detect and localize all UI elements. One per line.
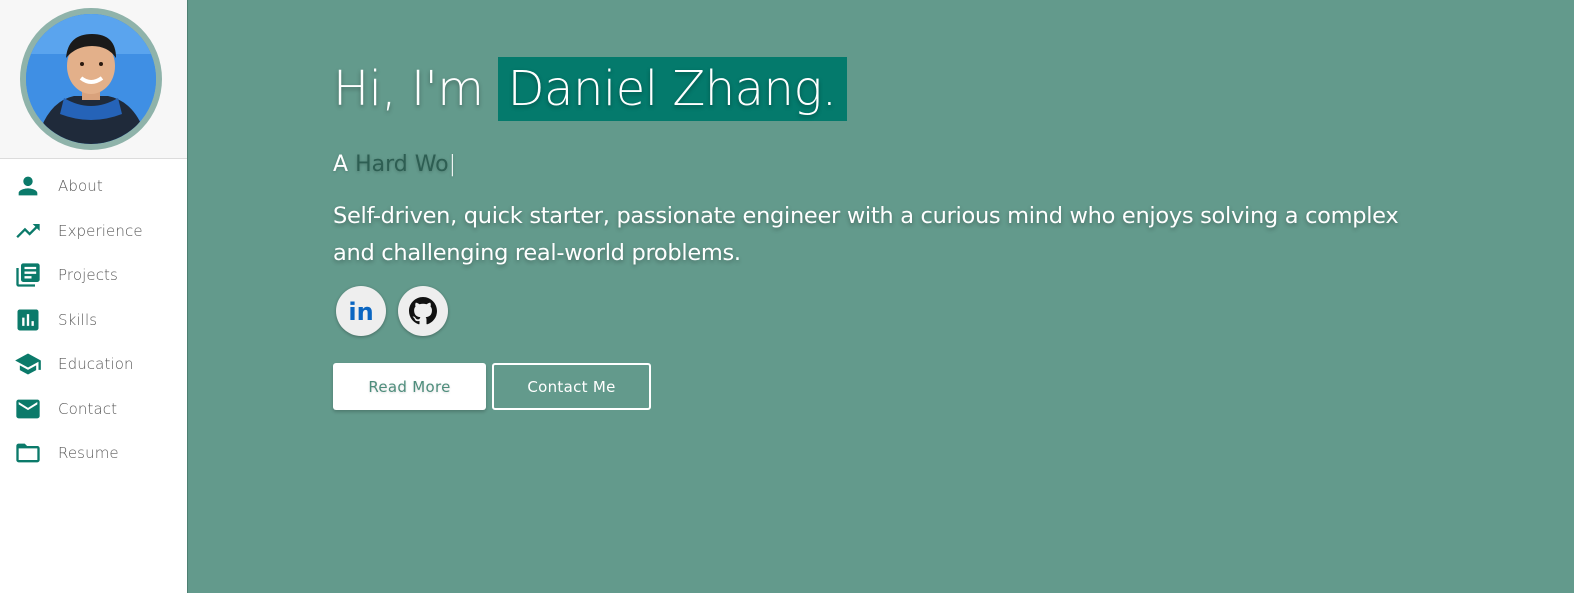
- person-icon: [18, 176, 38, 196]
- hero-greeting: Hi, I'm: [333, 61, 484, 117]
- sidebar-item-label: Skills: [58, 310, 98, 329]
- sidebar-item-skills[interactable]: Skills: [0, 298, 187, 343]
- sidebar-item-label: Experience: [58, 221, 143, 240]
- sidebar-item-projects[interactable]: Projects: [0, 253, 187, 298]
- hero-bio: Self-driven, quick starter, passionate e…: [333, 203, 1399, 266]
- bar-chart-icon: [17, 309, 39, 331]
- sidebar-item-label: About: [58, 177, 103, 196]
- sidebar: About Experience Projects Skills Educati…: [0, 0, 188, 593]
- linkedin-button[interactable]: in: [336, 286, 386, 336]
- hero-tagline: A Hard Wo|: [333, 152, 456, 177]
- hero-section: Hi, I'm Daniel Zhang. A Hard Wo| Self-dr…: [188, 0, 1574, 593]
- sidebar-item-contact[interactable]: Contact: [0, 387, 187, 432]
- avatar: [20, 8, 162, 150]
- hero-heading: Hi, I'm Daniel Zhang.: [333, 57, 847, 121]
- school-icon: [15, 353, 41, 375]
- sidebar-item-education[interactable]: Education: [0, 342, 187, 387]
- sidebar-item-about[interactable]: About: [0, 164, 187, 209]
- sidebar-nav: About Experience Projects Skills Educati…: [0, 164, 187, 476]
- sidebar-item-resume[interactable]: Resume: [0, 431, 187, 476]
- tagline-typed-text: Hard Wo: [355, 152, 449, 177]
- mail-icon: [16, 399, 40, 419]
- tagline-prefix: A: [333, 152, 349, 177]
- library-books-icon: [16, 263, 40, 287]
- typing-cursor: |: [448, 152, 457, 177]
- read-more-button[interactable]: Read More: [333, 363, 486, 410]
- hero-actions: Read More Contact Me: [333, 363, 651, 410]
- github-icon: [409, 297, 437, 325]
- sidebar-item-label: Contact: [58, 399, 118, 418]
- sidebar-item-experience[interactable]: Experience: [0, 209, 187, 254]
- sidebar-header: [0, 0, 187, 159]
- linkedin-icon: in: [348, 298, 373, 326]
- sidebar-item-label: Education: [58, 355, 134, 374]
- folder-icon: [16, 443, 40, 463]
- sidebar-item-label: Projects: [58, 266, 118, 285]
- social-links: in: [336, 286, 448, 336]
- sidebar-item-label: Resume: [58, 444, 119, 463]
- hero-name: Daniel Zhang.: [497, 57, 847, 121]
- trending-up-icon: [16, 223, 40, 238]
- contact-me-button[interactable]: Contact Me: [492, 363, 651, 410]
- github-button[interactable]: [398, 286, 448, 336]
- svg-text:in: in: [348, 298, 373, 326]
